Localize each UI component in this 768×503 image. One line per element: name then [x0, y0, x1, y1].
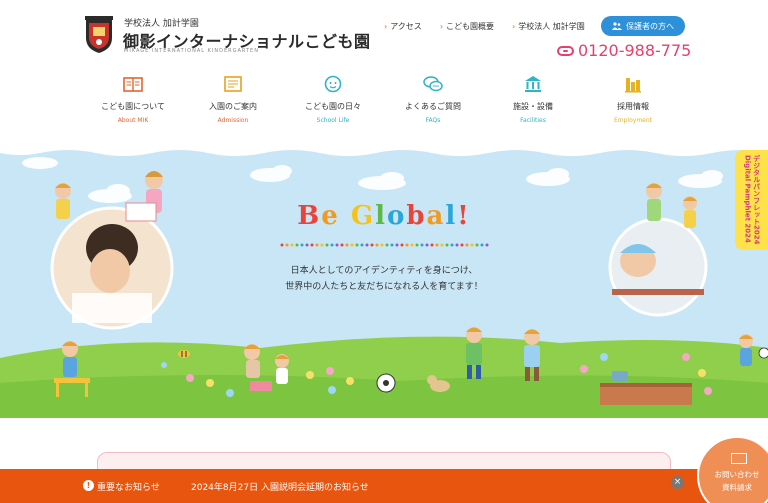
- hero-line-2: 世界中の人たちと友だちになれる人を育てます！: [285, 282, 483, 292]
- nav-item-school-life[interactable]: こども園の日々 School Life: [283, 75, 383, 124]
- book-icon: [123, 77, 143, 92]
- building-icon: [525, 76, 541, 92]
- nav-en-label: Facilities: [520, 117, 546, 124]
- headline-letter: G: [350, 201, 376, 231]
- pamphlet-title-jp: デジタルパンフレット2024: [752, 155, 761, 245]
- headline-letter: b: [406, 201, 427, 231]
- nav-en-label: School Life: [316, 117, 350, 124]
- site-header: 学校法人 加計学園 御影インターナショナルこども園 MIKAGE INTERNA…: [0, 0, 768, 145]
- headline-letter: o: [387, 201, 407, 231]
- digital-pamphlet-tab[interactable]: デジタルパンフレット2024 Digital Pamphlet 2024: [735, 150, 768, 250]
- hero-line-1: 日本人としてのアイデンティティを身につけ、: [290, 266, 478, 276]
- nav-label: 入園のご案内: [209, 102, 257, 111]
- mail-icon: [731, 453, 747, 464]
- nav-label: 採用情報: [617, 102, 649, 111]
- nav-item-about[interactable]: こども園について About MIK: [83, 75, 183, 124]
- headline-letter: e: [321, 201, 340, 231]
- nav-label: こども園について: [101, 102, 165, 111]
- logo-crest-icon[interactable]: [83, 16, 115, 54]
- document-icon: [224, 76, 242, 92]
- parent-button[interactable]: 保護者の方へ: [601, 16, 685, 36]
- top-link-kake[interactable]: 学校法人 加計学園: [512, 21, 585, 32]
- nav-label: こども園の日々: [305, 102, 361, 111]
- nav-label: 施設・設備: [513, 102, 553, 111]
- nav-item-admission[interactable]: 入園のご案内 Admission: [183, 75, 283, 124]
- headline-letter: a: [426, 201, 446, 231]
- briefcase-icon: [625, 78, 641, 93]
- child-face-icon: [324, 75, 342, 93]
- logo-english: MIKAGE INTERNATIONAL KINDERGARTEN: [124, 48, 259, 54]
- headline-letter: B: [297, 201, 322, 231]
- contact-label-1: お問い合わせ: [714, 470, 760, 479]
- freedial-icon: [557, 45, 574, 56]
- headline-letter: l: [445, 201, 458, 231]
- nav-item-employment[interactable]: 採用情報 Employment: [583, 75, 683, 124]
- headline-letter: !: [457, 201, 471, 231]
- parent-button-label: 保護者の方へ: [626, 21, 674, 31]
- nav-label: よくあるご質問: [405, 102, 461, 111]
- phone-number[interactable]: 0120-988-775: [557, 41, 691, 60]
- top-link-overview[interactable]: こども園概要: [440, 21, 494, 32]
- close-icon[interactable]: ×: [671, 476, 684, 489]
- top-links: アクセス こども園概要 学校法人 加計学園: [384, 21, 585, 32]
- nav-item-faq[interactable]: よくあるご質問 FAQs: [383, 75, 483, 124]
- digital-pamphlet-label: デジタルパンフレット2024 Digital Pamphlet 2024: [742, 155, 761, 245]
- nav-en-label: FAQs: [425, 117, 441, 124]
- notice-label: 重要なお知らせ: [97, 483, 160, 493]
- nav-en-label: Admission: [217, 117, 249, 124]
- headline-letter: l: [375, 201, 387, 231]
- contact-label-2: 資料請求: [722, 483, 752, 492]
- nav-item-facilities[interactable]: 施設・設備 Facilities: [483, 75, 583, 124]
- hero-headline: Be Global!: [0, 201, 768, 231]
- parent-icon: [612, 22, 622, 30]
- top-link-access[interactable]: アクセス: [384, 21, 422, 32]
- nav-en-label: About MIK: [117, 117, 149, 124]
- page: 学校法人 加計学園 御影インターナショナルこども園 MIKAGE INTERNA…: [0, 0, 768, 503]
- chat-icon: [423, 76, 443, 92]
- hero-banner: Be Global! 日本人としてのアイデンティティを身につけ、 世界中の人たち…: [0, 143, 768, 418]
- notice-bar[interactable]: ! 重要なお知らせ 2024年8月27日 入園説明会延期のお知らせ: [0, 469, 768, 503]
- nav-en-label: Employment: [613, 117, 653, 124]
- notice-text[interactable]: 2024年8月27日 入園説明会延期のお知らせ: [191, 480, 369, 493]
- alert-icon: !: [83, 480, 94, 491]
- headline-letter: [340, 201, 351, 231]
- phone-number-text: 0120-988-775: [578, 41, 692, 60]
- pamphlet-title-en: Digital Pamphlet 2024: [743, 155, 752, 244]
- main-nav: こども園について About MIK 入園のご案内 Admission こども園…: [83, 75, 683, 124]
- rainbow-dots: [280, 243, 489, 247]
